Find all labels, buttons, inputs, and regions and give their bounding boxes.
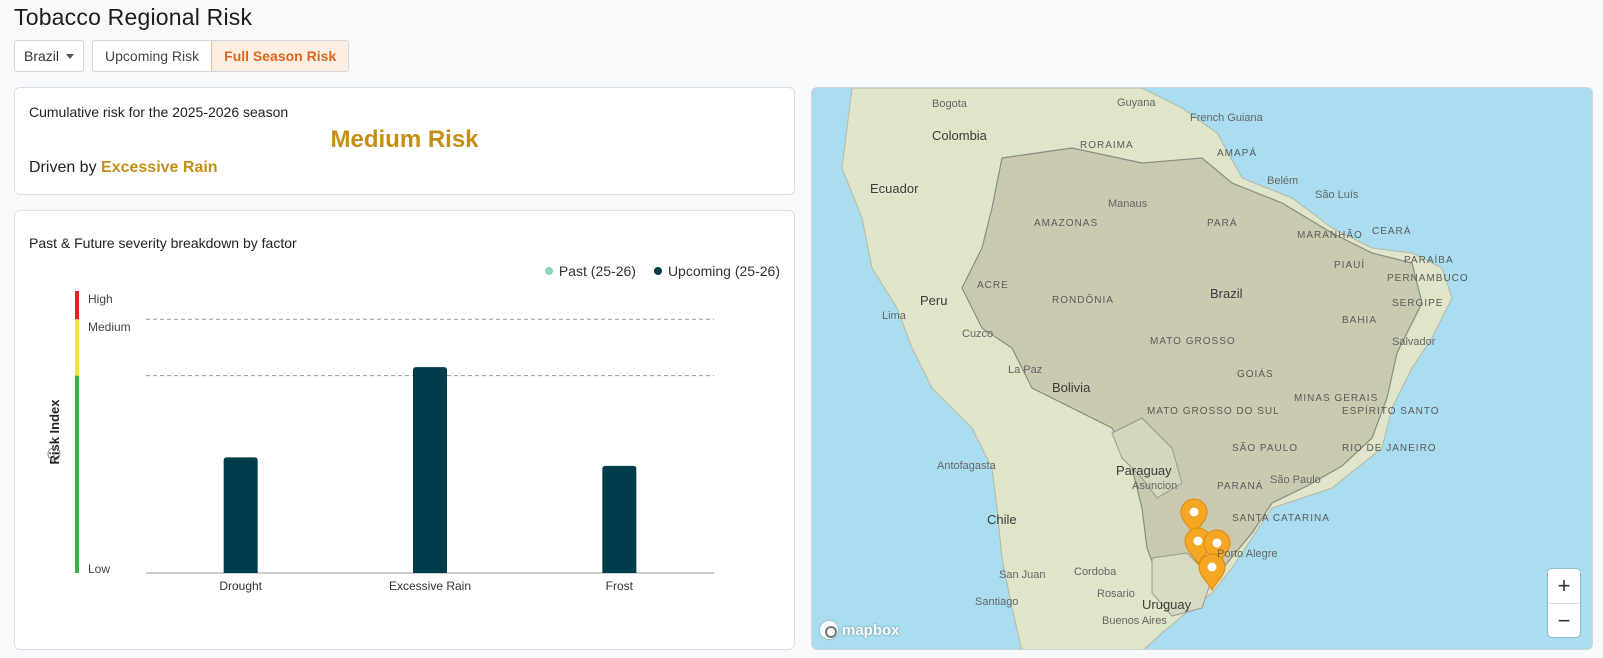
risk-band-label-medium: Medium (88, 320, 131, 334)
risk-view-toggle: Upcoming Risk Full Season Risk (92, 40, 350, 72)
map-label-antofagasta: Antofagasta (937, 460, 996, 472)
x-tick-label-drought: Drought (219, 579, 262, 593)
risk-band-high (75, 291, 79, 320)
map-label-rosario: Rosario (1097, 588, 1135, 600)
map-label-mato-grosso-do-sul: MATO GROSSO DO SUL (1147, 406, 1280, 417)
map-label-guyana: Guyana (1117, 97, 1156, 109)
map-label-san-juan: San Juan (999, 569, 1046, 581)
map-label-asuncion: Asuncion (1132, 480, 1178, 492)
zoom-in-button[interactable]: + (1548, 569, 1580, 603)
map-label-porto-alegre: Porto Alegre (1217, 548, 1278, 560)
map-label-bel-m: Belém (1267, 175, 1299, 187)
map-label-chile: Chile (987, 512, 1017, 527)
map-label-lima: Lima (882, 310, 906, 322)
map-label-la-paz: La Paz (1008, 364, 1043, 376)
bar-drought[interactable] (223, 457, 258, 573)
bar-excessive-rain[interactable] (413, 367, 447, 573)
map-label-brazil: Brazil (1210, 286, 1243, 301)
map-label-paraguay: Paraguay (1116, 463, 1172, 478)
x-tick-label-excessive-rain: Excessive Rain (389, 579, 471, 593)
map-label-cuzco: Cuzco (962, 328, 994, 340)
region-select[interactable]: Brazil (14, 40, 85, 72)
map-label-roraima: RORAIMA (1080, 140, 1134, 151)
summary-heading: Cumulative risk for the 2025-2026 season (29, 104, 289, 120)
risk-driver: Excessive Rain (101, 159, 218, 176)
map-label-bogota: Bogota (932, 98, 967, 110)
region-map[interactable]: Colombia Guyana French Guiana Ecuador Peru Bo… (811, 87, 1593, 650)
map-label-amap-: AMAPÁ (1217, 148, 1258, 159)
zoom-control: + − (1548, 569, 1580, 637)
risk-band-low (75, 375, 79, 573)
season-summary-card: Cumulative risk for the 2025-2026 season… (14, 87, 795, 195)
map-label-santa-catarina: SANTA CATARINA (1232, 513, 1330, 524)
page-title: Tobacco Regional Risk (14, 4, 253, 30)
controls-bar: Brazil Upcoming Risk Full Season Risk (14, 40, 350, 73)
map-label-salvador: Salvador (1392, 336, 1436, 348)
caret-down-icon (66, 53, 75, 59)
map-label-acre: ACRE (977, 280, 1009, 291)
map-label-sergipe: SERGIPE (1392, 298, 1444, 309)
zoom-out-button[interactable]: − (1548, 603, 1580, 637)
map-label-goi-s: GOIÁS (1237, 369, 1274, 380)
risk-band-medium (75, 319, 79, 376)
severity-chart-card: Past & Future severity breakdown by fact… (14, 210, 795, 650)
map-label-para-ba: PARAÍBA (1404, 255, 1454, 266)
mapbox-logo: mapbox (820, 621, 900, 639)
map-label-s-o-paulo: São Paulo (1270, 474, 1321, 486)
map-label-rio-de-janeiro: RIO DE JANEIRO (1342, 443, 1437, 454)
map-label-piau-: PIAUÍ (1334, 260, 1366, 271)
map-label-manaus: Manaus (1108, 198, 1148, 210)
map-label-maranh-o: MARANHÃO (1297, 230, 1363, 241)
tab-full-season-risk[interactable]: Full Season Risk (211, 41, 349, 71)
map-label-esp-rito-santo: ESPÍRITO SANTO (1342, 406, 1440, 417)
map-basemap (841, 88, 1453, 649)
driven-by-label: Driven by (29, 159, 97, 176)
map-label-colombia: Colombia (932, 128, 987, 143)
tab-upcoming-risk[interactable]: Upcoming Risk (93, 41, 211, 71)
bar-frost[interactable] (602, 465, 637, 573)
map-label-s-o-paulo: SÃO PAULO (1232, 443, 1299, 454)
map-label-rond-nia: RONDÔNIA (1052, 295, 1114, 306)
risk-level: Medium Risk (330, 126, 479, 153)
map-label-mato-grosso: MATO GROSSO (1150, 336, 1236, 347)
map-label-bahia: BAHIA (1342, 315, 1378, 326)
map-label-uruguay: Uruguay (1142, 597, 1192, 612)
region-select-value: Brazil (24, 48, 60, 64)
map-label-amazonas: AMAZONAS (1034, 218, 1099, 229)
map-label-cordoba: Cordoba (1074, 566, 1117, 578)
mapbox-wordmark: mapbox (842, 621, 900, 639)
map-label-paran-: PARANÁ (1217, 481, 1264, 492)
map-label-cear-: CEARÁ (1372, 226, 1412, 237)
x-tick-label-frost: Frost (606, 579, 634, 593)
risk-driver-row: Driven by Excessive Rain (29, 159, 218, 177)
map-label-bolivia: Bolivia (1052, 380, 1091, 395)
map-label-french-guiana: French Guiana (1190, 112, 1263, 124)
risk-band-label-low: Low (88, 562, 110, 576)
map-label-s-o-lu-s: São Luís (1315, 189, 1359, 201)
map-label-ecuador: Ecuador (870, 181, 919, 196)
risk-band-label-high: High (88, 292, 113, 306)
map-label-par-: PARÁ (1207, 218, 1238, 229)
map-label-pernambuco: PERNAMBUCO (1387, 273, 1469, 284)
map-label-minas-gerais: MINAS GERAIS (1294, 393, 1379, 404)
mapbox-mark-icon (820, 621, 838, 639)
map-label-peru: Peru (920, 293, 948, 308)
map-label-buenos-aires: Buenos Aires (1102, 615, 1167, 627)
map-label-santiago: Santiago (975, 596, 1019, 608)
severity-bar-chart: LowMediumHighRisk IndexDrought Excessive … (47, 291, 714, 593)
